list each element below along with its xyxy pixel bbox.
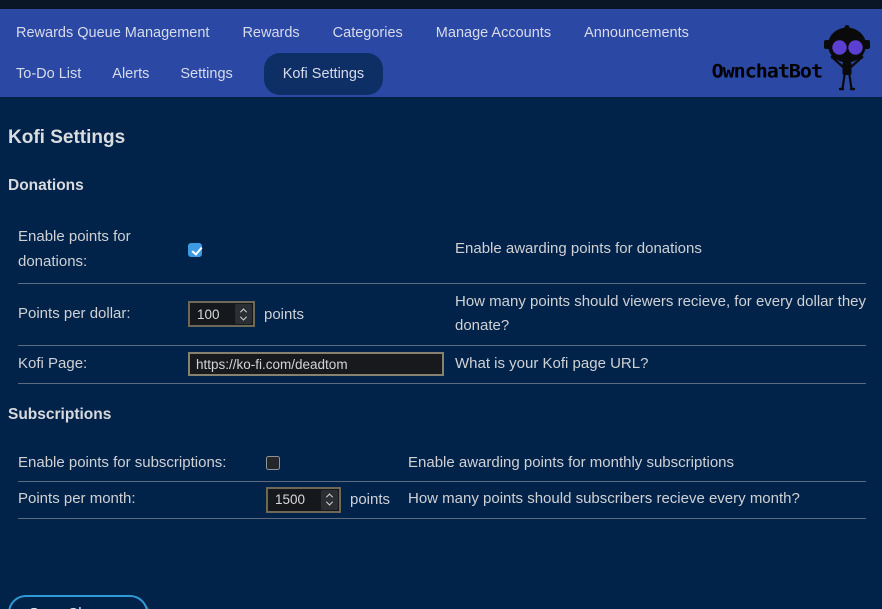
enable-points-for-subscriptions-checkbox[interactable] — [266, 456, 280, 470]
nav-item-settings[interactable]: Settings — [180, 66, 232, 82]
points-per-dollar-input[interactable] — [191, 304, 235, 324]
enable-points-for-donations-row: Enable points for donations: Enable awar… — [18, 217, 866, 284]
robot-mascot-icon — [816, 25, 878, 95]
save-changes-button[interactable]: Save Changes — [8, 595, 148, 609]
nav-item-categories[interactable]: Categories — [333, 25, 403, 41]
kofi-page-row: Kofi Page: What is your Kofi page URL? — [18, 346, 866, 384]
nav-item-rewards-queue-management[interactable]: Rewards Queue Management — [16, 25, 209, 41]
ownchatbot-logo[interactable]: OwnchatBot — [712, 25, 878, 95]
points-suffix: points — [264, 306, 304, 323]
points-per-dollar-spinner[interactable] — [235, 304, 252, 324]
points-per-month-spinner[interactable] — [321, 490, 338, 510]
enable-points-for-donations-description: Enable awarding points for donations — [455, 237, 866, 262]
enable-points-for-subscriptions-label: Enable points for subscriptions: — [18, 451, 266, 476]
kofi-page-description: What is your Kofi page URL? — [455, 352, 866, 377]
points-per-month-description: How many points should subscribers recie… — [408, 487, 866, 512]
nav-item-kofi-settings-active[interactable]: Kofi Settings — [264, 53, 383, 95]
subscriptions-heading: Subscriptions — [8, 406, 866, 424]
page: { "brand": { "logo_text": "OwnchatBot" }… — [0, 0, 882, 609]
kofi-page-url-input[interactable] — [188, 352, 444, 376]
subscriptions-form: Enable points for subscriptions: Enable … — [18, 446, 866, 519]
nav-item-announcements[interactable]: Announcements — [584, 25, 689, 41]
nav-item-rewards[interactable]: Rewards — [242, 25, 299, 41]
points-per-month-label: Points per month: — [18, 487, 266, 512]
points-per-dollar-numbox — [188, 301, 255, 327]
chevron-down-icon[interactable] — [326, 499, 333, 506]
subscriptions-section: Subscriptions Enable points for subscrip… — [8, 406, 866, 519]
nav-item-alerts[interactable]: Alerts — [112, 66, 149, 82]
navbar: Rewards Queue Management Rewards Categor… — [0, 9, 882, 97]
logo-text: OwnchatBot — [712, 60, 822, 83]
enable-points-for-subscriptions-description: Enable awarding points for monthly subsc… — [408, 451, 866, 476]
nav-item-todo-list[interactable]: To-Do List — [16, 66, 81, 82]
points-per-dollar-description: How many points should viewers recieve, … — [455, 290, 866, 340]
donations-section: Donations Enable points for donations: E… — [8, 177, 866, 384]
points-suffix: points — [350, 491, 390, 508]
points-per-dollar-row: Points per dollar: points How many point… — [18, 284, 866, 347]
points-per-month-numbox — [266, 487, 341, 513]
donations-form: Enable points for donations: Enable awar… — [18, 217, 866, 384]
points-per-month-input[interactable] — [269, 490, 321, 510]
window-top-strip — [0, 0, 882, 9]
donations-heading: Donations — [8, 177, 866, 195]
enable-points-for-subscriptions-row: Enable points for subscriptions: Enable … — [18, 446, 866, 482]
kofi-settings-page: Kofi Settings Donations Enable points fo… — [0, 97, 882, 609]
points-per-month-row: Points per month: points How many points… — [18, 482, 866, 519]
nav-item-manage-accounts[interactable]: Manage Accounts — [436, 25, 551, 41]
chevron-down-icon[interactable] — [240, 313, 247, 320]
enable-points-for-donations-label: Enable points for donations: — [18, 225, 188, 275]
page-title: Kofi Settings — [8, 127, 866, 149]
kofi-page-label: Kofi Page: — [18, 352, 188, 377]
enable-points-for-donations-checkbox[interactable] — [188, 243, 202, 257]
points-per-dollar-label: Points per dollar: — [18, 302, 188, 327]
